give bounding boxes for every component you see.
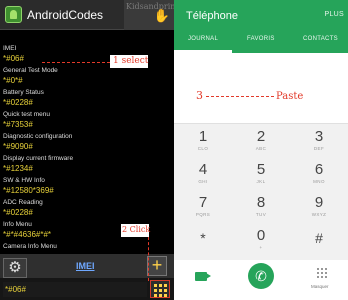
key-letters: + <box>259 245 263 250</box>
key-digit: * <box>200 230 206 246</box>
code-item-battery[interactable]: Battery Status *#0228# <box>3 88 171 110</box>
app-title-bar: AndroidCodes Kidsandprint ✋ <box>0 0 174 30</box>
code-label: Camera Info Menu <box>3 243 57 250</box>
key-7[interactable]: 7 PQRS <box>174 194 232 222</box>
android-app-icon <box>5 6 22 23</box>
key-digit: 9 <box>314 194 324 211</box>
tab-journal[interactable]: JOURNAL <box>188 36 218 42</box>
key-digit: # <box>315 230 323 246</box>
dialpad-hide-icon[interactable] <box>317 268 327 278</box>
select-annotation: 1 select <box>113 56 149 66</box>
click-annotation: 2 Click <box>122 225 151 234</box>
code-value[interactable]: *#0228# <box>3 207 171 218</box>
key-digit: 8 <box>256 194 266 211</box>
code-value[interactable]: *#0*# <box>3 75 171 86</box>
key-8[interactable]: 8 TUV <box>232 194 290 222</box>
key-2[interactable]: 2 ABC <box>232 128 290 156</box>
code-value[interactable]: *#12580*369# <box>3 185 171 196</box>
key-letters: TUV <box>255 212 267 217</box>
paste-annotation: Paste <box>276 91 304 102</box>
code-item-general-test[interactable]: General Test Mode *#0*# <box>3 66 171 88</box>
key-5[interactable]: 5 JKL <box>232 161 290 189</box>
paste-step-number: 3 <box>196 89 203 102</box>
key-digit: 1 <box>198 128 208 145</box>
gear-icon[interactable]: ⚙ <box>3 258 27 278</box>
code-item-diagnostic[interactable]: Diagnostic configuration *#9090# <box>3 132 171 154</box>
more-menu-button[interactable]: PLUS <box>325 11 345 18</box>
code-label: SW & HW Info <box>3 177 45 184</box>
key-star[interactable]: * <box>174 227 232 255</box>
dialer-title: Téléphone <box>186 10 238 22</box>
phone-dialer-app: Téléphone PLUS JOURNAL FAVORIS CONTACTS … <box>174 0 348 300</box>
phone-call-icon[interactable]: ✆ <box>248 263 274 289</box>
code-value[interactable]: *#0228# <box>3 97 171 108</box>
code-label: IMEI <box>3 45 17 52</box>
key-digit: 5 <box>256 161 266 178</box>
code-label: Diagnostic configuration <box>3 133 73 140</box>
code-label: Battery Status <box>3 89 44 96</box>
key-letters: PQRS <box>195 212 211 217</box>
code-item-firmware[interactable]: Display current firmware *#1234# <box>3 154 171 176</box>
number-display-field[interactable] <box>174 53 348 123</box>
code-item-adc-reading[interactable]: ADC Reading *#0228# <box>3 198 171 220</box>
key-letters: MNO <box>313 179 325 184</box>
key-1[interactable]: 1 CLO <box>174 128 232 156</box>
key-4[interactable]: 4 GHI <box>174 161 232 189</box>
key-9[interactable]: 9 WXYZ <box>290 194 348 222</box>
plus-icon[interactable]: + <box>147 256 167 276</box>
code-value[interactable]: *#7353# <box>3 119 171 130</box>
key-digit: 7 <box>198 194 208 211</box>
code-item-sw-hw-info[interactable]: SW & HW Info *#12580*369# <box>3 176 171 198</box>
key-letters: CLO <box>197 146 209 151</box>
key-digit: 3 <box>314 128 324 145</box>
key-digit: 2 <box>256 128 266 145</box>
code-item-quick-test[interactable]: Quick test menu *#7353# <box>3 110 171 132</box>
key-letters: WXYZ <box>311 212 327 217</box>
app-title: AndroidCodes <box>27 8 104 22</box>
banner-ad[interactable]: Kidsandprint ✋ <box>124 0 174 30</box>
key-0[interactable]: 0 + <box>232 227 290 255</box>
imei-link[interactable]: IMEI <box>76 261 95 271</box>
video-call-icon[interactable] <box>195 272 211 281</box>
hide-keypad-label[interactable]: Masquer <box>311 284 329 289</box>
key-letters: JKL <box>256 179 266 184</box>
key-digit: 6 <box>314 161 324 178</box>
key-letters: ABC <box>255 146 267 151</box>
code-label: ADC Reading <box>3 199 43 206</box>
key-digit: 4 <box>198 161 208 178</box>
select-arrow-line <box>42 62 110 63</box>
key-letters: GHI <box>198 179 208 184</box>
key-6[interactable]: 6 MNO <box>290 161 348 189</box>
key-hash[interactable]: # <box>290 227 348 255</box>
code-value[interactable]: *#1234# <box>3 163 171 174</box>
tab-favoris[interactable]: FAVORIS <box>247 36 275 42</box>
hand-icon: ✋ <box>153 8 170 23</box>
tab-contacts[interactable]: CONTACTS <box>303 36 338 42</box>
code-label: Display current firmware <box>3 155 74 162</box>
code-value[interactable]: *#9090# <box>3 141 171 152</box>
key-digit: 0 <box>256 227 266 244</box>
paste-arrow-line <box>206 96 274 97</box>
dialpad-icon[interactable] <box>150 280 170 298</box>
click-arrow-line <box>148 237 149 281</box>
dialer-header: Téléphone PLUS JOURNAL FAVORIS CONTACTS <box>174 0 348 53</box>
code-input[interactable]: *#06# <box>3 282 147 297</box>
code-label: Quick test menu <box>3 111 50 118</box>
key-3[interactable]: 3 DEF <box>290 128 348 156</box>
key-letters: DEF <box>313 146 325 151</box>
